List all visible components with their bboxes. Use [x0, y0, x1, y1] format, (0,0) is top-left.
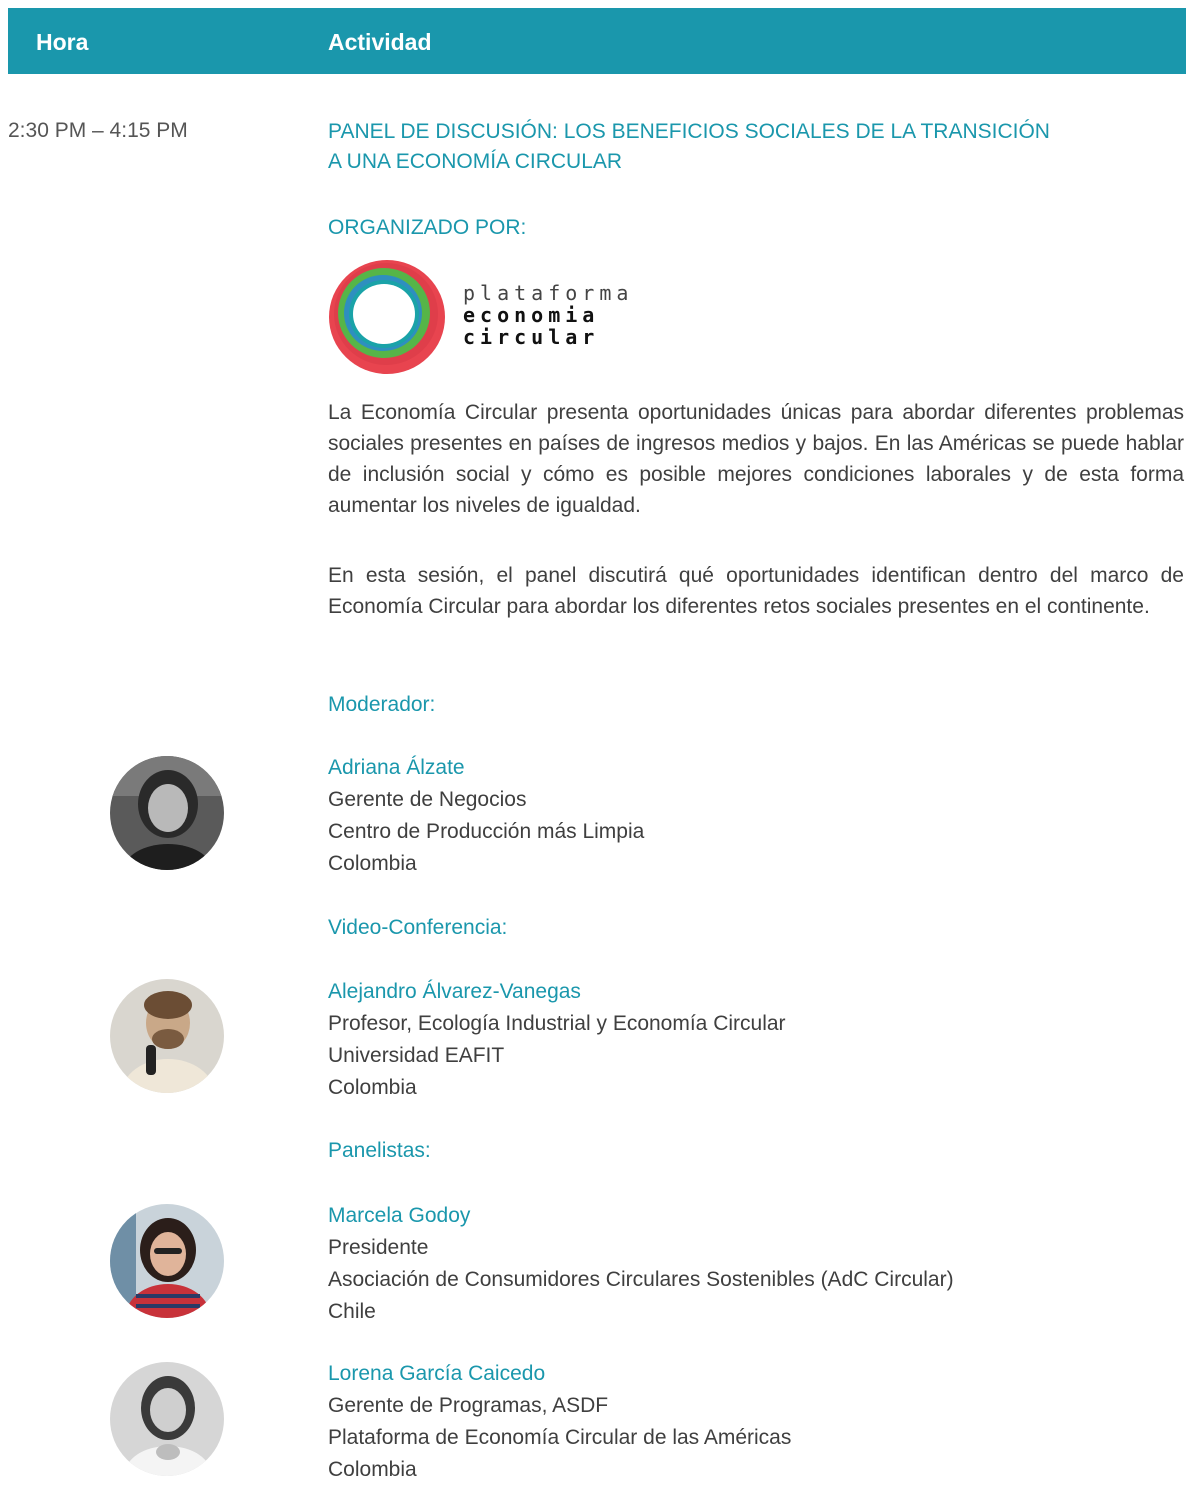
avatar-lorena-garcia-caicedo: [110, 1362, 224, 1476]
column-header-hora: Hora: [36, 29, 89, 55]
person-role: Gerente de Programas, ASDF: [328, 1394, 609, 1417]
logo-line-circular: circular: [463, 325, 600, 349]
schedule-header: Hora Actividad: [8, 8, 1186, 74]
panelist-info-2: Lorena García Caicedo Gerente de Program…: [328, 1358, 1184, 1486]
person-country: Colombia: [328, 1076, 417, 1099]
description-paragraph-1: La Economía Circular presenta oportunida…: [328, 401, 1184, 517]
panelists-label: Panelistas:: [328, 1139, 431, 1162]
session-title: PANEL DE DISCUSIÓN: LOS BENEFICIOS SOCIA…: [328, 117, 1184, 177]
circular-rings-icon: [329, 260, 445, 374]
video-speaker-info: Alejandro Álvarez-Vanegas Profesor, Ecol…: [328, 976, 1184, 1104]
column-header-actividad: Actividad: [328, 29, 432, 55]
person-country: Colombia: [328, 1458, 417, 1481]
person-role: Profesor, Ecología Industrial y Economía…: [328, 1012, 786, 1035]
avatar-marcela-godoy: [110, 1204, 224, 1318]
description-paragraph-2: En esta sesión, el panel discutirá qué o…: [328, 564, 1184, 618]
moderator-info: Adriana Álzate Gerente de Negocios Centr…: [328, 752, 1184, 880]
panelist-info-1: Marcela Godoy Presidente Asociación de C…: [328, 1200, 1184, 1328]
person-role: Presidente: [328, 1236, 429, 1259]
plataforma-economia-circular-logo: plataforma economia circular: [328, 258, 648, 376]
organized-by-label: ORGANIZADO POR:: [328, 216, 527, 239]
person-name: Alejandro Álvarez-Vanegas: [328, 980, 581, 1003]
person-organization: Asociación de Consumidores Circulares So…: [328, 1268, 954, 1291]
logo-line-economia: economia: [463, 303, 600, 327]
person-name: Marcela Godoy: [328, 1204, 471, 1227]
person-organization: Centro de Producción más Limpia: [328, 820, 645, 843]
person-country: Colombia: [328, 852, 417, 875]
moderator-label: Moderador:: [328, 693, 436, 716]
video-conference-label: Video-Conferencia:: [328, 916, 508, 939]
session-title-line-1: PANEL DE DISCUSIÓN: LOS BENEFICIOS SOCIA…: [328, 120, 1050, 143]
person-name: Adriana Álzate: [328, 756, 465, 779]
person-country: Chile: [328, 1300, 376, 1323]
avatar-alejandro-alvarez-vanegas: [110, 979, 224, 1093]
person-role: Gerente de Negocios: [328, 788, 527, 811]
session-title-line-2: A UNA ECONOMÍA CIRCULAR: [328, 150, 623, 173]
logo-wordmark: plataforma economia circular: [463, 282, 633, 348]
person-organization: Plataforma de Economía Circular de las A…: [328, 1426, 792, 1449]
avatar-adriana-alzate: [110, 756, 224, 870]
person-organization: Universidad EAFIT: [328, 1044, 505, 1067]
logo-line-plataforma: plataforma: [463, 281, 634, 305]
person-name: Lorena García Caicedo: [328, 1362, 546, 1385]
session-time: 2:30 PM – 4:15 PM: [8, 119, 188, 142]
